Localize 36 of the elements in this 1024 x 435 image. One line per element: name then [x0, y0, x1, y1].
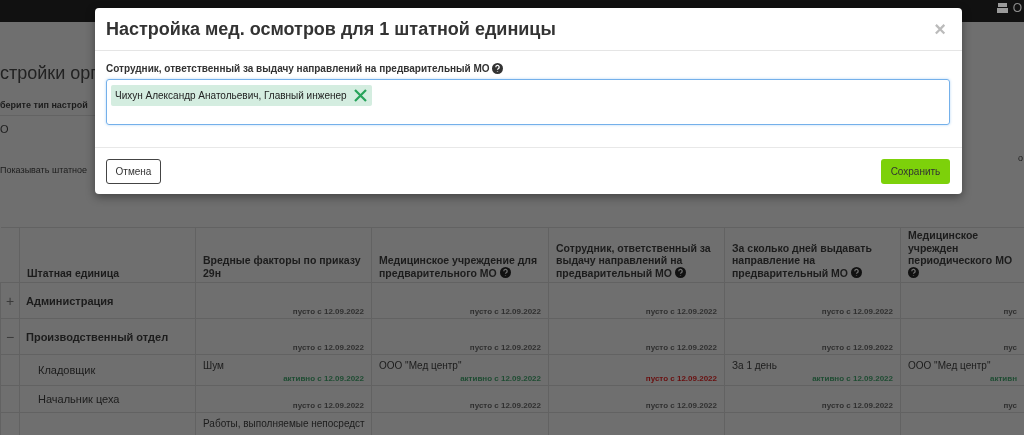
help-icon[interactable] — [492, 63, 504, 74]
status-text: активн — [989, 374, 1017, 383]
column-header: Медицинское учрежден периодического МО — [908, 229, 1015, 279]
staff-unit-name: Администрация — [26, 294, 114, 307]
cancel-button[interactable]: Отмена — [106, 159, 161, 184]
employee-select-field[interactable]: Чихун Александр Анатольевич, Главный инженер — [106, 79, 950, 125]
tag-label: Чихун Александр Анатольевич, Главный инженер — [115, 90, 347, 101]
user-menu-text[interactable]: О — [1012, 1, 1022, 15]
status-text: пусто с 12.09.2022 — [645, 374, 717, 383]
column-header: Сотрудник, ответственный за выдачу направлений на предварительный МО — [556, 241, 711, 279]
cell-value: Работы, выполняемые непосредст — [203, 417, 365, 431]
cell-value: Шум — [203, 359, 224, 373]
column-header: Медицинское учреждение для предварительного МО — [379, 254, 538, 279]
staff-unit-name: Начальник цеха — [37, 393, 120, 405]
page-title: стройки орг — [0, 62, 97, 85]
right-text: о — [1018, 153, 1024, 165]
column-header: Штатная единица — [27, 266, 120, 279]
status-text: пус — [1003, 401, 1017, 410]
inbox-icon[interactable] — [996, 3, 1008, 13]
cell-value: ООО "Мед центр" — [908, 359, 991, 373]
status-text: активно с 12.09.2022 — [283, 374, 364, 383]
column-header: За сколько дней выдавать направление на предварительный МО — [732, 241, 872, 279]
field-label: Сотрудник, ответственный за выдачу направлений на предварительный МО — [106, 63, 950, 74]
status-text: пус — [1003, 307, 1017, 316]
cell-value: За 1 день — [732, 359, 777, 373]
remove-icon[interactable] — [353, 89, 367, 102]
staff-unit-name: Кладовщик — [37, 364, 96, 376]
staff-unit-name: Производственный отдел — [26, 330, 169, 343]
status-text: пус — [1003, 343, 1017, 352]
save-button[interactable]: Сохранить — [881, 159, 950, 184]
column-header: Вредные факторы по приказу 29н — [203, 254, 361, 279]
show-staff-label: Показывать штатное — [0, 165, 88, 175]
status-text: активно с 12.09.2022 — [460, 374, 541, 383]
cell-value: ООО "Мед центр" — [379, 359, 462, 373]
status-text: активно с 12.09.2022 — [812, 374, 893, 383]
dialog-title: Настройка мед. осмотров для 1 штатной единицы — [106, 18, 556, 40]
